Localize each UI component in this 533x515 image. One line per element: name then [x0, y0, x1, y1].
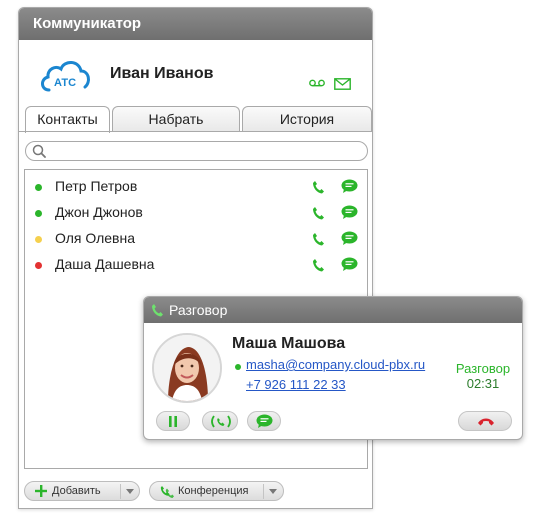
voicemail-icon[interactable] — [309, 79, 325, 87]
transfer-button[interactable] — [202, 411, 238, 431]
caller-name: Маша Машова — [232, 335, 346, 352]
call-status-label: Разговор — [455, 361, 511, 376]
phone-icon[interactable] — [312, 180, 324, 194]
button-separator — [263, 484, 264, 499]
avatar — [152, 333, 222, 403]
contact-item[interactable]: Джон Джонов — [25, 200, 367, 226]
chat-icon[interactable] — [341, 231, 358, 246]
chat-icon[interactable] — [341, 205, 358, 220]
logo-text: АТС — [53, 77, 77, 89]
pause-icon — [169, 416, 177, 427]
conference-button[interactable]: Конференция — [149, 481, 284, 501]
status-dot — [35, 184, 42, 191]
conference-icon — [160, 486, 174, 498]
chevron-down-icon[interactable] — [126, 489, 134, 494]
call-popup: Разговор Маша Машова masha@company.cloud… — [143, 296, 523, 440]
add-button-label: Добавить — [52, 485, 101, 497]
contact-item[interactable]: Даша Дашевна — [25, 252, 367, 278]
caller-email-link[interactable]: masha@company.cloud-pbx.ru — [246, 357, 425, 372]
call-duration: 02:31 — [466, 376, 500, 391]
contact-name: Петр Петров — [55, 178, 138, 194]
transfer-call-icon — [211, 415, 231, 428]
contact-name: Джон Джонов — [55, 204, 143, 220]
hangup-icon — [478, 418, 494, 426]
chat-icon — [256, 414, 273, 428]
call-title: Разговор — [169, 302, 228, 318]
call-status: Разговор 02:31 — [444, 361, 522, 391]
avatar-photo — [154, 335, 220, 401]
contact-item[interactable]: Петр Петров — [25, 174, 367, 200]
tab-contacts[interactable]: Контакты — [25, 106, 110, 133]
call-title-bar: Разговор — [144, 297, 522, 323]
status-dot — [35, 236, 42, 243]
caller-phone-link[interactable]: +7 926 111 22 33 — [246, 377, 346, 392]
status-dot — [35, 210, 42, 217]
ats-logo: АТС — [39, 56, 91, 94]
search-box[interactable] — [25, 141, 368, 161]
button-separator — [120, 484, 121, 499]
hold-button[interactable] — [156, 411, 190, 431]
user-name: Иван Иванов — [110, 65, 214, 82]
contact-name: Даша Дашевна — [55, 256, 155, 272]
mail-icon[interactable] — [334, 78, 351, 90]
conference-button-label: Конференция — [178, 485, 249, 497]
tab-history[interactable]: История — [242, 106, 372, 132]
search-input[interactable] — [50, 144, 364, 160]
tab-bar: Контакты Набрать История — [25, 106, 372, 133]
add-contact-button[interactable]: Добавить — [24, 481, 140, 501]
phone-icon[interactable] — [312, 258, 324, 272]
status-dot — [35, 262, 42, 269]
chat-button[interactable] — [247, 411, 281, 431]
hangup-button[interactable] — [458, 411, 512, 431]
tab-divider — [19, 131, 372, 132]
chat-icon[interactable] — [341, 179, 358, 194]
profile-header: АТС Иван Иванов — [19, 40, 372, 110]
chevron-down-icon[interactable] — [269, 489, 277, 494]
status-dot — [235, 364, 241, 370]
tab-dial[interactable]: Набрать — [112, 106, 240, 132]
phone-icon — [152, 304, 163, 317]
search-icon — [32, 144, 46, 158]
chat-icon[interactable] — [341, 257, 358, 272]
phone-icon[interactable] — [312, 232, 324, 246]
plus-icon — [35, 485, 47, 497]
contact-item[interactable]: Оля Олевна — [25, 226, 367, 252]
phone-icon[interactable] — [312, 206, 324, 220]
contact-name: Оля Олевна — [55, 230, 136, 246]
window-title: Коммуникатор — [19, 8, 372, 40]
